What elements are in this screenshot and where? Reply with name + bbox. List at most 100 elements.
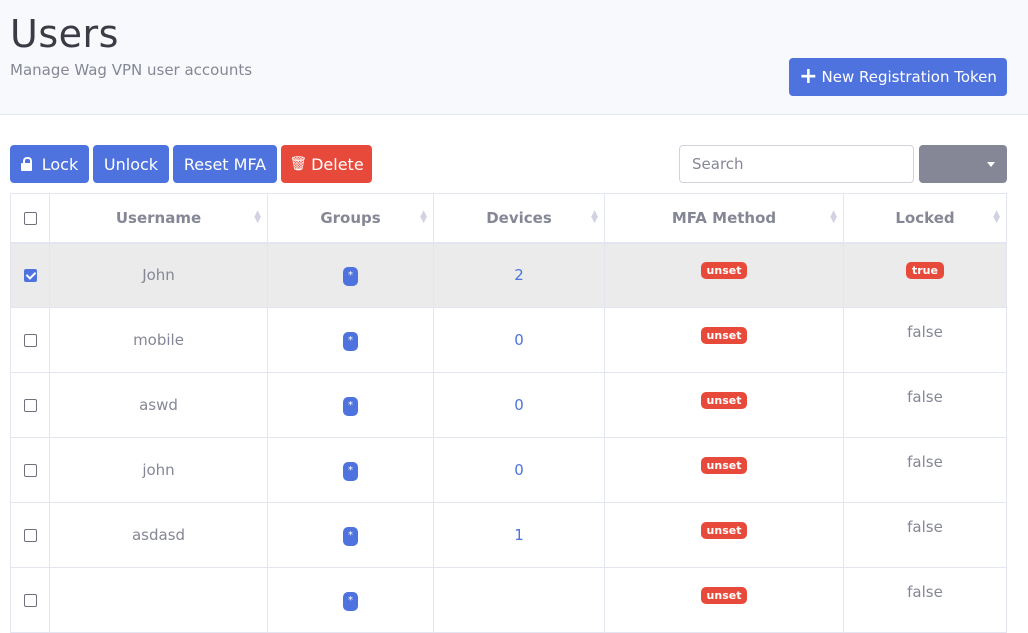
devices-cell[interactable]: 2 <box>433 242 605 308</box>
lock-label: Lock <box>41 154 79 174</box>
unlock-label: Unlock <box>103 154 159 174</box>
devices-cell[interactable] <box>433 567 605 633</box>
row-select-cell <box>10 242 50 308</box>
row-checkbox[interactable] <box>23 464 37 477</box>
sort-icon: ▲ ▼ <box>830 209 837 225</box>
group-badge: * <box>343 527 358 546</box>
username-cell: asdasd <box>49 502 268 568</box>
group-badge: * <box>343 462 358 481</box>
plus-icon: + <box>799 64 818 89</box>
mfa-cell: unset <box>604 502 844 568</box>
mfa-badge: unset <box>700 456 748 474</box>
groups-cell: * <box>267 437 434 503</box>
group-badge: * <box>343 267 358 287</box>
lock-icon <box>20 157 32 171</box>
row-select-cell <box>10 307 50 373</box>
new-token-label: New Registration Token <box>821 68 997 86</box>
group-badge: * <box>343 592 358 611</box>
groups-cell: * <box>267 502 434 568</box>
select-all-checkbox[interactable] <box>23 211 37 225</box>
mfa-badge: unset <box>700 521 748 539</box>
sort-icon: ▲ ▼ <box>591 209 598 225</box>
column-header-mfa-method[interactable]: MFA Method ▲ ▼ <box>604 193 844 244</box>
table-row[interactable]: asdasd * 1 unset false <box>10 502 1007 568</box>
delete-label: Delete <box>311 154 364 174</box>
table-header-row: Username ▲ ▼ Groups ▲ ▼ Devices ▲ ▼ MFA Method… <box>10 193 1007 244</box>
username-cell: aswd <box>49 372 268 438</box>
page-header: Users Manage Wag VPN user accounts + New… <box>0 0 1028 115</box>
row-select-cell <box>10 502 50 568</box>
locked-cell: false <box>843 567 1007 633</box>
locked-cell: false <box>843 372 1007 438</box>
column-header-devices[interactable]: Devices ▲ ▼ <box>433 193 605 244</box>
reset-mfa-button[interactable]: Reset MFA <box>173 145 277 183</box>
unlock-button[interactable]: Unlock <box>93 145 169 183</box>
sort-icon: ▲ ▼ <box>420 209 427 225</box>
locked-value: false <box>907 583 943 601</box>
row-select-cell <box>10 372 50 438</box>
username-cell <box>49 567 268 633</box>
mfa-cell: unset <box>604 242 844 308</box>
groups-cell: * <box>267 372 434 438</box>
column-label: Username <box>115 208 202 227</box>
group-badge: * <box>343 397 358 416</box>
sort-icon: ▲ ▼ <box>254 209 261 225</box>
column-header-username[interactable]: Username ▲ ▼ <box>49 193 268 244</box>
page-subtitle: Manage Wag VPN user accounts <box>10 61 253 79</box>
table-row[interactable]: john * 0 unset false <box>10 437 1007 503</box>
group-badge: * <box>343 332 358 351</box>
lock-button[interactable]: Lock <box>10 145 89 183</box>
devices-cell[interactable]: 1 <box>433 502 605 568</box>
row-select-cell <box>10 437 50 503</box>
locked-value: false <box>907 323 943 341</box>
mfa-badge: unset <box>700 326 748 344</box>
mfa-badge: unset <box>700 391 748 409</box>
column-label: Groups <box>320 208 381 227</box>
table-row[interactable]: John * 2 unset true <box>10 242 1007 308</box>
groups-cell: * <box>267 242 434 308</box>
column-header-groups[interactable]: Groups ▲ ▼ <box>267 193 434 244</box>
mfa-cell: unset <box>604 567 844 633</box>
mfa-badge: unset <box>700 586 748 604</box>
locked-cell: false <box>843 502 1007 568</box>
sort-icon: ▲ ▼ <box>993 209 1000 225</box>
username-cell: mobile <box>49 307 268 373</box>
table-row[interactable]: mobile * 0 unset false <box>10 307 1007 373</box>
delete-button[interactable]: 🗑 Delete <box>281 145 372 183</box>
table-row[interactable]: aswd * 0 unset false <box>10 372 1007 438</box>
username-cell: John <box>49 242 268 308</box>
locked-value: false <box>907 453 943 471</box>
groups-cell: * <box>267 567 434 633</box>
locked-cell: false <box>843 307 1007 373</box>
row-select-cell <box>10 567 50 633</box>
mfa-cell: unset <box>604 372 844 438</box>
row-checkbox[interactable] <box>23 594 37 607</box>
row-checkbox[interactable] <box>23 334 37 347</box>
trash-icon: 🗑 <box>289 156 308 172</box>
column-label: Devices <box>486 208 552 227</box>
devices-cell[interactable]: 0 <box>433 307 605 373</box>
column-label: Locked <box>895 208 955 227</box>
column-label: MFA Method <box>671 208 777 227</box>
column-header-locked[interactable]: Locked ▲ ▼ <box>843 193 1007 244</box>
table-row[interactable]: * unset false <box>10 567 1007 633</box>
row-checkbox[interactable] <box>23 399 37 412</box>
username-cell: john <box>49 437 268 503</box>
locked-value: false <box>907 518 943 536</box>
groups-cell: * <box>267 307 434 373</box>
new-registration-token-button[interactable]: + New Registration Token <box>789 58 1007 96</box>
locked-badge: true <box>906 261 944 279</box>
devices-cell[interactable]: 0 <box>433 372 605 438</box>
mfa-cell: unset <box>604 307 844 373</box>
page-title: Users <box>10 12 119 56</box>
row-checkbox[interactable] <box>23 529 37 542</box>
row-checkbox[interactable] <box>23 269 37 283</box>
caret-down-icon <box>987 161 995 167</box>
devices-cell[interactable]: 0 <box>433 437 605 503</box>
reset-mfa-label: Reset MFA <box>183 154 267 174</box>
users-table: Username ▲ ▼ Groups ▲ ▼ Devices ▲ ▼ MFA Method… <box>10 193 1007 633</box>
mfa-badge: unset <box>700 261 748 279</box>
columns-dropdown-button[interactable] <box>919 145 1007 183</box>
locked-cell: false <box>843 437 1007 503</box>
search-input[interactable] <box>679 145 914 183</box>
